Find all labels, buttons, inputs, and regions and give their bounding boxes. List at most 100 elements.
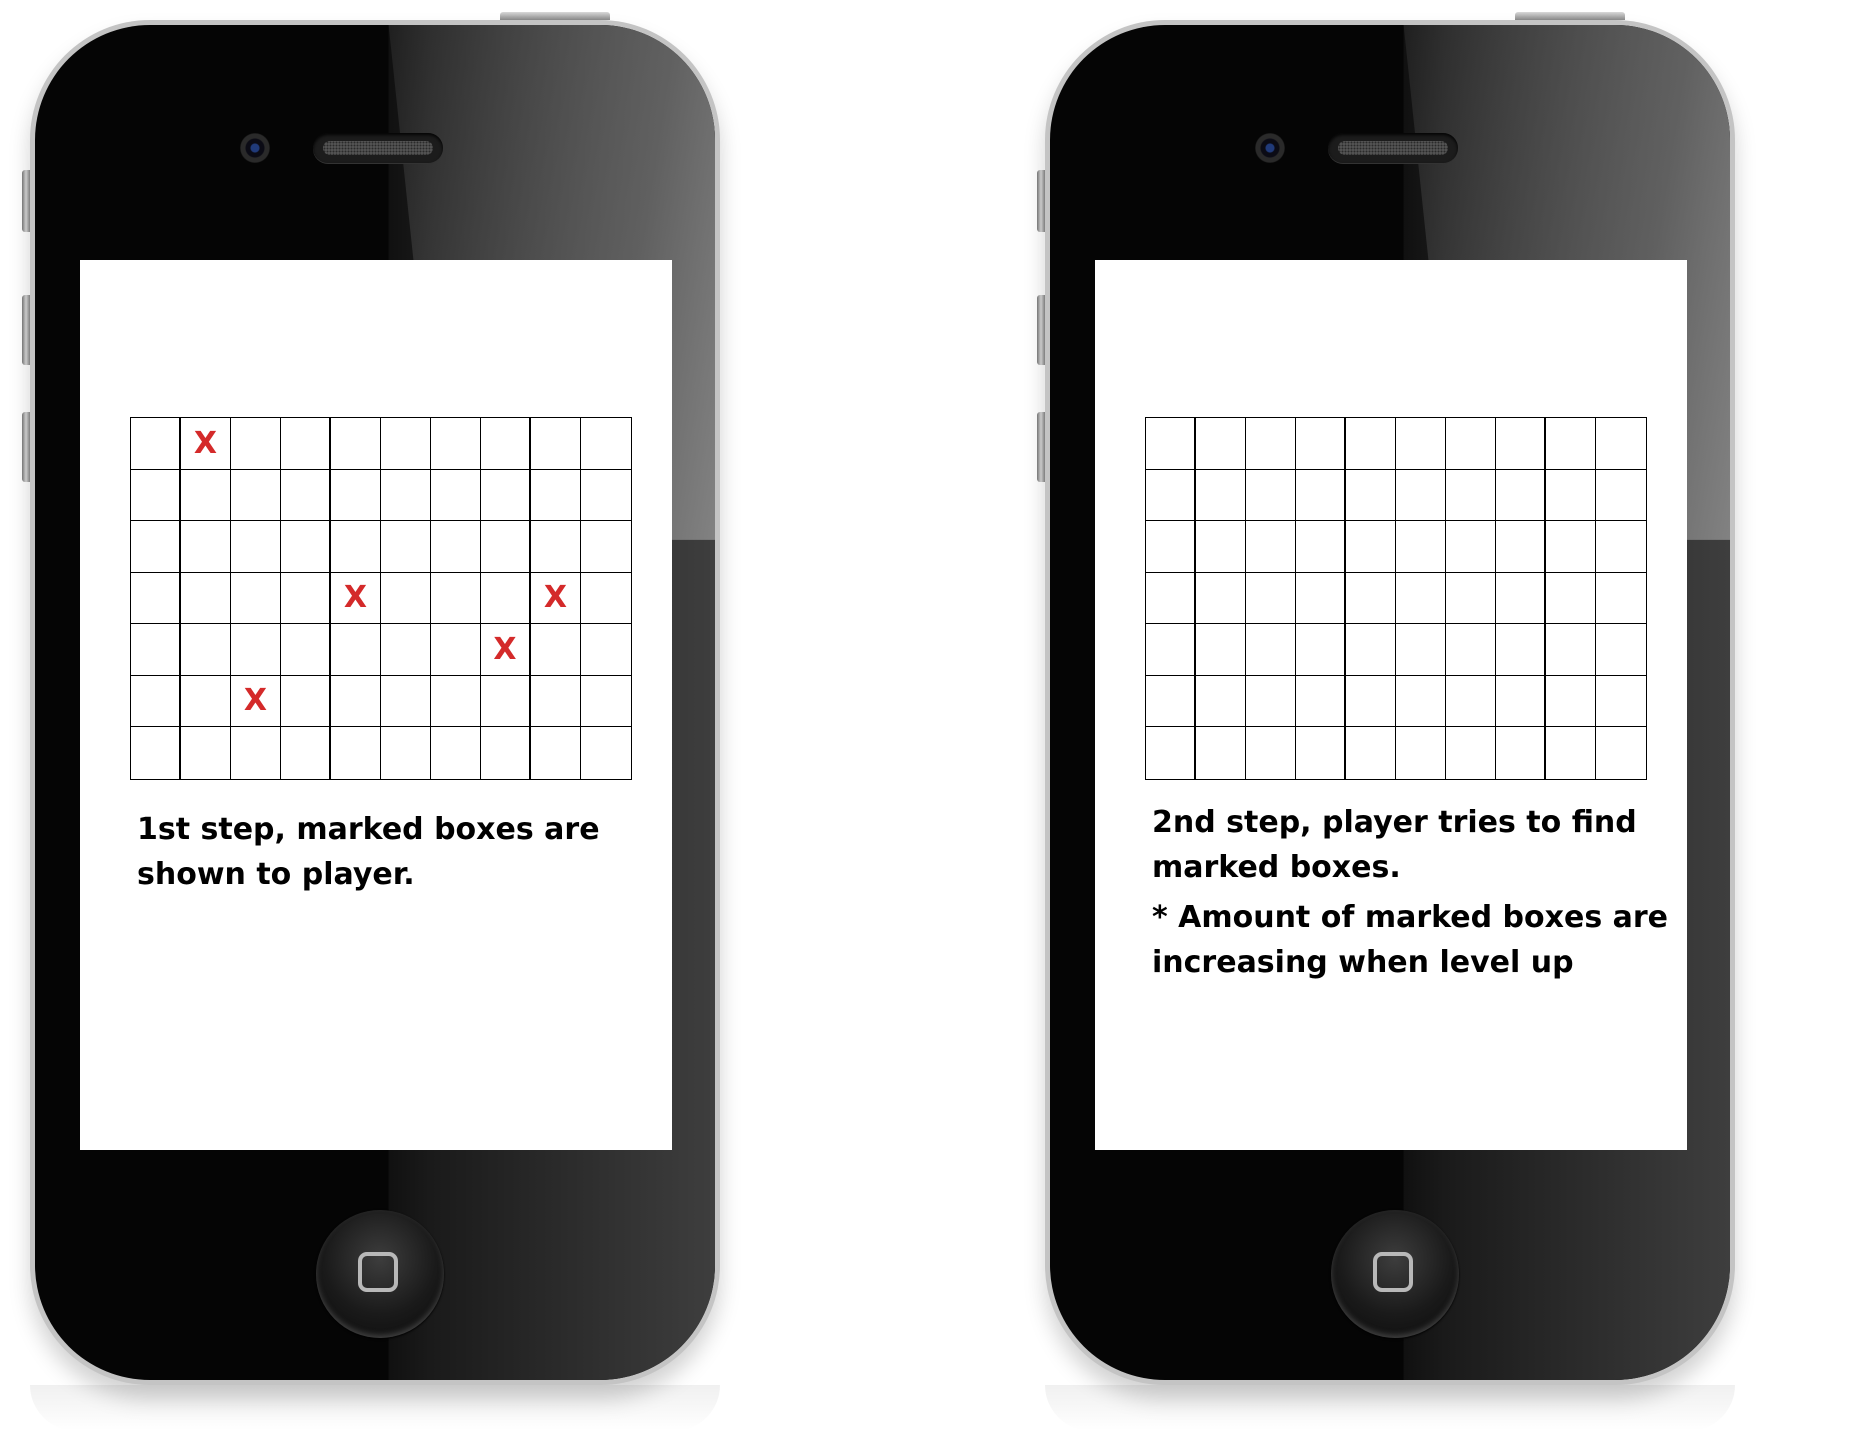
grid-cell[interactable]: [281, 572, 331, 624]
grid-cell[interactable]: [581, 418, 631, 470]
grid-cell[interactable]: [481, 418, 531, 470]
grid-cell[interactable]: [1596, 573, 1646, 624]
grid-cell[interactable]: [1496, 521, 1546, 573]
grid-cell[interactable]: [1296, 675, 1346, 727]
grid-cell[interactable]: [131, 624, 181, 676]
grid-cell[interactable]: [1346, 675, 1396, 727]
grid-cell[interactable]: [181, 521, 231, 573]
volume-up-button[interactable]: [1037, 295, 1045, 365]
grid-cell[interactable]: [431, 572, 481, 624]
grid-cell[interactable]: [281, 675, 331, 727]
grid-cell[interactable]: [1196, 521, 1246, 573]
grid-cell[interactable]: [1196, 624, 1246, 676]
grid-cell[interactable]: [1196, 675, 1246, 727]
grid-cell[interactable]: [1346, 521, 1396, 573]
home-button[interactable]: [316, 1210, 444, 1338]
grid-cell[interactable]: [281, 469, 331, 521]
grid-cell[interactable]: [331, 675, 381, 727]
grid-cell[interactable]: [231, 469, 281, 521]
grid-cell[interactable]: [181, 727, 231, 779]
grid-cell[interactable]: [1296, 624, 1346, 676]
grid-cell[interactable]: [281, 521, 331, 573]
grid-cell[interactable]: [381, 418, 431, 470]
grid-cell[interactable]: [131, 469, 181, 521]
grid-cell[interactable]: [1146, 521, 1196, 573]
home-button[interactable]: [1331, 1210, 1459, 1338]
sleep-button[interactable]: [1515, 12, 1625, 20]
grid-cell[interactable]: [281, 624, 331, 676]
mute-switch[interactable]: [22, 170, 30, 232]
grid-cell[interactable]: [1246, 418, 1296, 470]
grid-cell[interactable]: [1596, 521, 1646, 573]
grid-cell[interactable]: [1196, 572, 1246, 624]
grid-cell[interactable]: [331, 727, 381, 779]
grid-cell[interactable]: [1396, 675, 1446, 727]
grid-cell[interactable]: [1546, 469, 1596, 521]
grid-cell[interactable]: [1596, 676, 1646, 727]
grid-cell[interactable]: [1396, 572, 1446, 624]
grid-cell[interactable]: [1296, 572, 1346, 624]
grid-cell[interactable]: [1446, 418, 1496, 470]
grid-cell[interactable]: [1546, 624, 1596, 676]
grid-cell[interactable]: [1346, 418, 1396, 470]
grid-cell[interactable]: [1546, 572, 1596, 624]
grid-cell[interactable]: [431, 418, 481, 470]
grid-cell[interactable]: [1146, 624, 1196, 676]
grid-cell[interactable]: [1346, 727, 1396, 779]
grid-cell[interactable]: [481, 675, 531, 727]
grid-cell[interactable]: [1546, 418, 1596, 470]
grid-cell[interactable]: [1346, 572, 1396, 624]
grid-cell[interactable]: [1196, 469, 1246, 521]
grid-cell[interactable]: [1596, 418, 1646, 470]
grid-cell[interactable]: [1396, 727, 1446, 779]
grid-cell[interactable]: [431, 727, 481, 779]
volume-up-button[interactable]: [22, 295, 30, 365]
volume-down-button[interactable]: [1037, 412, 1045, 482]
grid-cell[interactable]: [1346, 624, 1396, 676]
grid-cell[interactable]: [1546, 521, 1596, 573]
grid-cell[interactable]: [531, 418, 581, 470]
grid-cell[interactable]: [1146, 572, 1196, 624]
grid-cell[interactable]: [531, 469, 581, 521]
sleep-button[interactable]: [500, 12, 610, 20]
grid-cell[interactable]: [581, 521, 631, 573]
grid-cell[interactable]: [1496, 727, 1546, 779]
marked-grid-cell[interactable]: X: [181, 418, 231, 470]
grid-cell[interactable]: [1396, 469, 1446, 521]
grid-cell[interactable]: [1446, 521, 1496, 573]
grid-cell[interactable]: [1596, 470, 1646, 521]
grid-cell[interactable]: [381, 469, 431, 521]
grid-cell[interactable]: [1396, 521, 1446, 573]
grid-cell[interactable]: [331, 624, 381, 676]
grid-cell[interactable]: [1296, 521, 1346, 573]
grid-cell[interactable]: [281, 418, 331, 470]
grid-cell[interactable]: [481, 727, 531, 779]
grid-cell[interactable]: [181, 624, 231, 676]
marked-grid-cell[interactable]: X: [231, 675, 281, 727]
grid-cell[interactable]: [581, 573, 631, 624]
grid-cell[interactable]: [1396, 418, 1446, 470]
grid-cell[interactable]: [1146, 675, 1196, 727]
grid-cell[interactable]: [131, 572, 181, 624]
marked-grid-cell[interactable]: X: [481, 624, 531, 676]
grid-cell[interactable]: [1396, 624, 1446, 676]
grid-cell[interactable]: [1246, 675, 1296, 727]
grid-cell[interactable]: [131, 418, 181, 470]
volume-down-button[interactable]: [22, 412, 30, 482]
grid-cell[interactable]: [1246, 727, 1296, 779]
grid-cell[interactable]: [1196, 418, 1246, 470]
grid-cell[interactable]: [1246, 469, 1296, 521]
grid-cell[interactable]: [381, 624, 431, 676]
grid-cell[interactable]: [381, 521, 431, 573]
grid-cell[interactable]: [1146, 469, 1196, 521]
grid-cell[interactable]: [231, 418, 281, 470]
marked-grid-cell[interactable]: X: [331, 572, 381, 624]
grid-cell[interactable]: [231, 572, 281, 624]
grid-cell[interactable]: [531, 675, 581, 727]
grid-cell[interactable]: [1146, 418, 1196, 470]
grid-cell[interactable]: [1446, 675, 1496, 727]
grid-cell[interactable]: [531, 727, 581, 779]
grid-cell[interactable]: [431, 675, 481, 727]
grid-cell[interactable]: [1596, 727, 1646, 779]
grid-cell[interactable]: [1346, 469, 1396, 521]
